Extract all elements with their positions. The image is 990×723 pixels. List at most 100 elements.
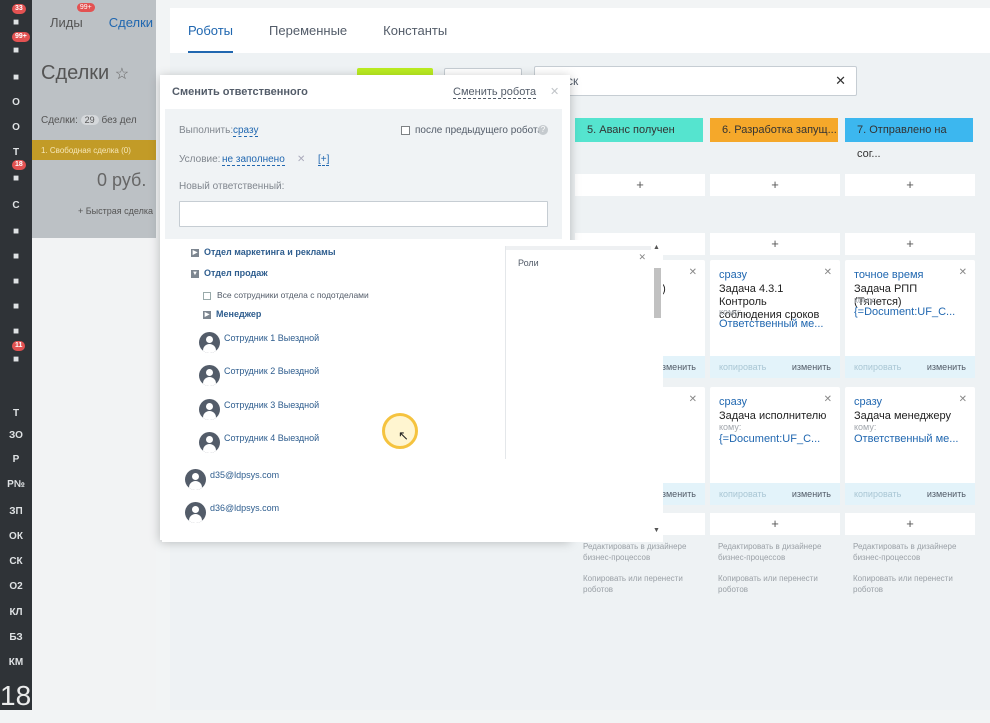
- avatar: [185, 469, 206, 490]
- robot-to-label: кому:: [719, 422, 742, 432]
- sidebar-item[interactable]: КЛ: [0, 602, 32, 622]
- tab-deals[interactable]: Сделки: [109, 15, 153, 30]
- scrollbar[interactable]: ▲ ▼: [653, 244, 661, 534]
- robot-footer: копировать изменить: [710, 356, 840, 378]
- add-robot-button[interactable]: +: [710, 174, 840, 196]
- star-icon[interactable]: ☆: [115, 66, 129, 83]
- video-icon[interactable]: ■: [0, 221, 32, 241]
- add-robot-button[interactable]: +: [845, 174, 975, 196]
- delete-icon[interactable]: ✕: [824, 394, 832, 405]
- delete-icon[interactable]: ✕: [689, 267, 697, 278]
- delete-icon[interactable]: ✕: [959, 394, 967, 405]
- edit-link[interactable]: изменить: [927, 483, 966, 505]
- sidebar-item[interactable]: ОК: [0, 526, 32, 546]
- search-input[interactable]: Поиск✕: [534, 66, 857, 96]
- copy-move-link[interactable]: Копировать или перенести роботов: [583, 573, 708, 595]
- close-icon[interactable]: ✕: [550, 85, 559, 98]
- robot-delay[interactable]: сразу: [719, 269, 747, 281]
- sidebar-item[interactable]: КМ: [0, 652, 32, 672]
- scroll-down-icon[interactable]: ▼: [653, 527, 660, 534]
- edit-link[interactable]: изменить: [792, 483, 831, 505]
- tab-constants[interactable]: Константы: [383, 8, 447, 53]
- add-robot-button[interactable]: +: [710, 233, 840, 255]
- sidebar-item[interactable]: О: [0, 117, 32, 137]
- after-previous-checkbox[interactable]: [401, 126, 410, 135]
- robot-card[interactable]: сразу ✕ Задача 4.3.1 Контроль соблюдения с…: [710, 260, 840, 378]
- user-option[interactable]: Сотрудник 3 Выездной: [199, 399, 379, 421]
- robot-icon[interactable]: ■: [0, 271, 32, 291]
- all-employees-option[interactable]: Все сотрудники отдела с подотделами: [203, 290, 369, 300]
- delete-icon[interactable]: ✕: [824, 267, 832, 278]
- refresh-icon[interactable]: ■: [0, 67, 32, 87]
- tab-robots[interactable]: Роботы: [188, 8, 234, 53]
- card-icon[interactable]: ■: [0, 321, 32, 341]
- clock-icon[interactable]: ■: [0, 246, 32, 266]
- add-robot-button[interactable]: +: [575, 174, 705, 196]
- copy-link[interactable]: копировать: [719, 356, 766, 378]
- stage-header[interactable]: 5. Аванс получен: [575, 118, 703, 142]
- add-robot-button[interactable]: +: [845, 513, 975, 535]
- scroll-thumb[interactable]: [654, 268, 661, 318]
- tab-variables[interactable]: Переменные: [269, 8, 347, 53]
- cart-icon[interactable]: ■ 11: [0, 341, 32, 369]
- window-icon[interactable]: ■: [0, 296, 32, 316]
- robot-card[interactable]: сразу ✕ Задача исполнителю кому: {=Document:…: [710, 387, 840, 505]
- condition-clear-icon[interactable]: ✕: [297, 154, 305, 165]
- new-responsible-input[interactable]: [179, 201, 548, 227]
- designer-link[interactable]: Редактировать в дизайнере бизнес-процесс…: [853, 541, 978, 563]
- add-robot-button[interactable]: +: [845, 233, 975, 255]
- user-option[interactable]: Сотрудник 1 Выездной: [199, 332, 379, 354]
- close-icon[interactable]: ✕: [638, 252, 646, 263]
- sidebar-item[interactable]: О: [0, 92, 32, 112]
- execute-value[interactable]: сразу: [233, 125, 259, 137]
- change-robot-link[interactable]: Сменить робота: [453, 86, 537, 99]
- robot-card[interactable]: сразу ✕ Задача менеджеру кому: Ответственный…: [845, 387, 975, 505]
- tab-leads[interactable]: Лиды 99+: [50, 2, 95, 30]
- designer-link[interactable]: Редактировать в дизайнере бизнес-процесс…: [718, 541, 843, 563]
- sidebar-item[interactable]: Т: [0, 142, 32, 162]
- robot-delay[interactable]: точное время: [854, 269, 924, 281]
- puzzle-icon[interactable]: ■ 18: [0, 160, 32, 188]
- dept-marketing[interactable]: ▶ Отдел маркетинга и рекламы: [191, 247, 336, 257]
- clear-search-icon[interactable]: ✕: [835, 67, 846, 95]
- condition-value[interactable]: не заполнено: [222, 154, 285, 166]
- robot-delay[interactable]: сразу: [854, 396, 882, 408]
- designer-link[interactable]: Редактировать в дизайнере бизнес-процесс…: [583, 541, 708, 563]
- add-condition-button[interactable]: [+]: [318, 154, 330, 166]
- copy-move-link[interactable]: Копировать или перенести роботов: [853, 573, 978, 595]
- sidebar-item[interactable]: Р: [0, 449, 32, 469]
- checkbox[interactable]: [203, 291, 211, 300]
- subgroup-manager[interactable]: ▶ Менеджер: [203, 309, 261, 319]
- sidebar-item[interactable]: ЗП: [0, 501, 32, 521]
- scroll-up-icon[interactable]: ▲: [653, 244, 660, 251]
- email-option[interactable]: d36@ldpsys.com: [185, 502, 365, 524]
- copy-link[interactable]: копировать: [854, 483, 901, 505]
- tasks-icon[interactable]: ■ 33: [0, 4, 32, 32]
- delete-icon[interactable]: ✕: [689, 394, 697, 405]
- add-robot-button[interactable]: +: [710, 513, 840, 535]
- sidebar-item[interactable]: О2: [0, 576, 32, 596]
- user-option[interactable]: Сотрудник 4 Выездной: [199, 432, 379, 454]
- filter-icon[interactable]: ■ 99+: [0, 32, 32, 60]
- sidebar-item[interactable]: С: [0, 195, 32, 215]
- robot-delay[interactable]: сразу: [719, 396, 747, 408]
- email-option[interactable]: d35@ldpsys.com: [185, 469, 365, 491]
- help-icon[interactable]: ?: [538, 125, 548, 135]
- quick-deal-button[interactable]: + Быстрая сделка: [78, 206, 153, 216]
- edit-link[interactable]: изменить: [792, 356, 831, 378]
- user-option[interactable]: Сотрудник 2 Выездной: [199, 365, 379, 387]
- robot-card[interactable]: точное время ✕ Задача РПП (Тянется) кому: {=…: [845, 260, 975, 378]
- delete-icon[interactable]: ✕: [959, 267, 967, 278]
- sidebar-item[interactable]: СК: [0, 551, 32, 571]
- stage-header[interactable]: 6. Разработка запущ...: [710, 118, 838, 142]
- copy-link[interactable]: копировать: [854, 356, 901, 378]
- sidebar-item[interactable]: БЗ: [0, 627, 32, 647]
- stage-header[interactable]: 7. Отправлено на сог...: [845, 118, 973, 160]
- sidebar-item[interactable]: Т: [0, 403, 32, 423]
- sidebar-item[interactable]: Р№: [0, 474, 32, 494]
- dept-sales[interactable]: ▼ Отдел продаж: [191, 268, 268, 278]
- edit-link[interactable]: изменить: [927, 356, 966, 378]
- copy-link[interactable]: копировать: [719, 483, 766, 505]
- sidebar-item[interactable]: ЗО: [0, 425, 32, 445]
- copy-move-link[interactable]: Копировать или перенести роботов: [718, 573, 843, 595]
